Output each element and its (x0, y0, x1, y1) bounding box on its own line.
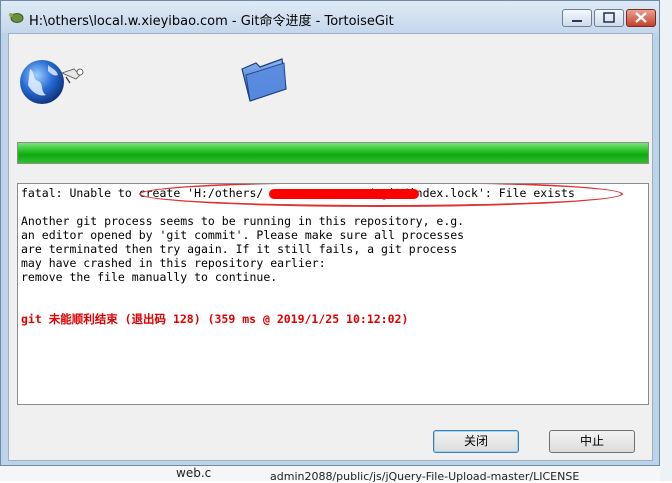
progress-bar (17, 142, 649, 164)
window-title: H:\others\local.w.xieyibao.com - Git命令进度… (29, 14, 394, 29)
output-log[interactable]: fatal: Unable to create 'H:/others/ /.gi… (17, 183, 649, 405)
log-line: an editor opened by 'git commit'. Please… (21, 228, 465, 242)
log-line: may have crashed in this repository earl… (21, 256, 326, 270)
log-blank-line (21, 298, 648, 312)
abort-button[interactable]: 中止 (549, 430, 635, 453)
maximize-button[interactable] (594, 9, 624, 27)
log-line: Another git process seems to be running … (21, 214, 465, 228)
folder-icon (241, 58, 287, 102)
log-blank-line (21, 284, 648, 298)
dialog-body: fatal: Unable to create 'H:/others/ /.gi… (8, 33, 653, 461)
background-list-item: admin2088/public/js/jQuery-File-Upload-m… (270, 470, 580, 483)
maximize-icon (603, 12, 615, 23)
progress-fill (18, 143, 648, 163)
git-globe-icon (20, 60, 84, 104)
close-button[interactable]: 关闭 (433, 430, 519, 453)
background-window-edge (660, 0, 672, 481)
log-line: remove the file manually to continue. (21, 270, 278, 284)
minimize-button[interactable] (562, 9, 592, 27)
minimize-icon (572, 20, 582, 22)
tortoisegit-icon (9, 13, 24, 23)
log-line: fatal: Unable to create 'H:/others/ /.gi… (21, 184, 648, 207)
close-icon (635, 12, 647, 23)
error-status-line: git 未能顺利结束 (退出码 128) (359 ms @ 2019/1/25… (21, 312, 409, 326)
progress-dialog: H:\others\local.w.xieyibao.com - Git命令进度… (0, 0, 660, 466)
background-list-item: web.c (176, 466, 212, 480)
close-window-button[interactable] (626, 9, 656, 27)
log-line: are terminated then try again. If it sti… (21, 242, 458, 256)
title-bar[interactable]: H:\others\local.w.xieyibao.com - Git命令进度… (1, 1, 659, 33)
